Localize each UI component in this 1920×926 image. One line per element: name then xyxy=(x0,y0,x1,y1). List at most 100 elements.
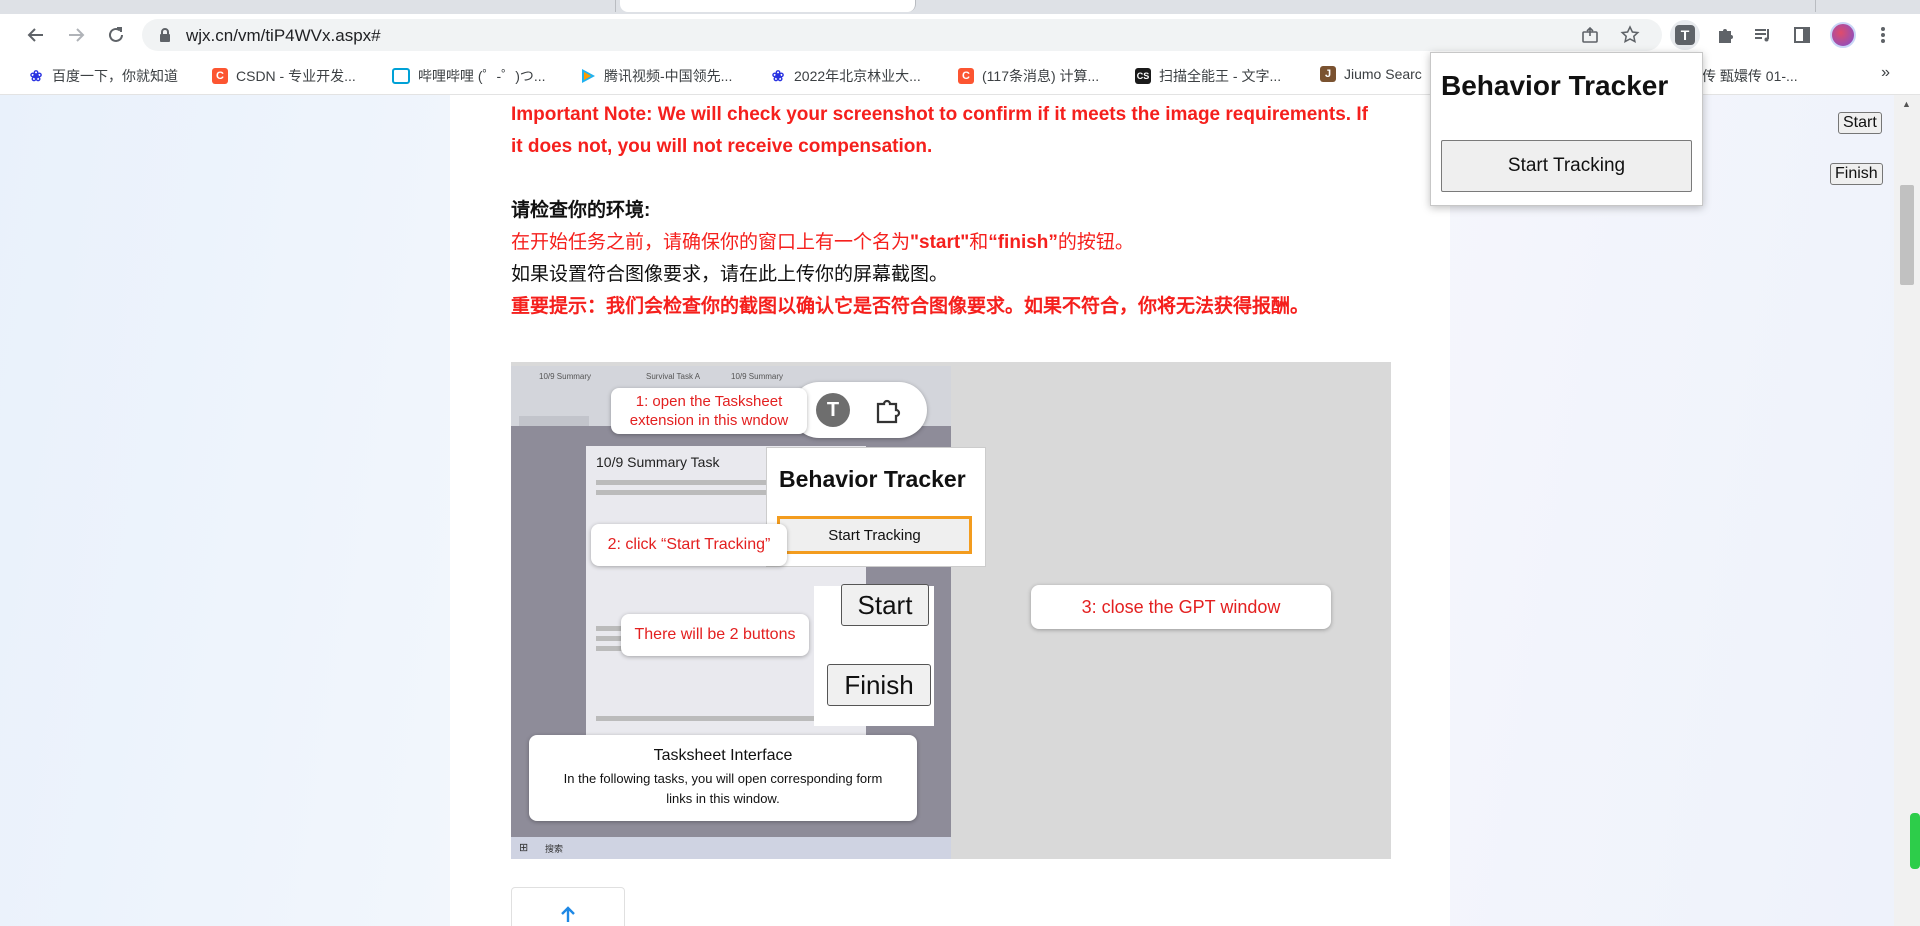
bookmark-item[interactable]: CS 扫描全能王 - 文字... xyxy=(1135,66,1281,86)
step3-callout: 3: close the GPT window xyxy=(1031,585,1331,629)
vertical-scrollbar[interactable]: ▲ xyxy=(1894,95,1920,926)
browser-tab-active[interactable] xyxy=(620,0,916,12)
step2-callout: 2: click “Start Tracking” xyxy=(591,524,787,566)
baidu-paw-icon: ❀ xyxy=(771,68,785,85)
bookmark-item[interactable]: 传 甄嬛传 01-... xyxy=(1702,66,1798,86)
browser-tab[interactable] xyxy=(1215,0,1516,12)
upload-instruction: 如果设置符合图像要求，请在此上传你的屏幕截图。 xyxy=(511,264,949,285)
tasksheet-extension-button[interactable]: T xyxy=(1670,20,1700,50)
puzzle-icon xyxy=(876,399,901,424)
doc-line xyxy=(596,716,816,721)
windows-icon: ⊞ xyxy=(519,842,529,854)
bookmark-item[interactable]: 哔哩哔哩 (゜-゜)つ... xyxy=(392,66,546,86)
profile-button[interactable] xyxy=(1828,20,1858,50)
embedded-doc-title: 10/9 Summary Task xyxy=(596,454,720,470)
step1-callout: 1: open the Tasksheet extension in this … xyxy=(611,388,807,434)
embedded-bookmark-bar xyxy=(519,416,589,426)
bookmark-item[interactable]: J Jiumo Searc xyxy=(1320,66,1422,82)
instruction-figure: 10/9 Summary Survival Task A 10/9 Summar… xyxy=(511,362,1391,859)
reload-button[interactable] xyxy=(101,20,131,50)
browser-toolbar: wjx.cn/vm/tiP4WVx.aspx# T xyxy=(0,14,1920,56)
tracker-zoom: Behavior Tracker Start Tracking xyxy=(766,447,986,567)
tracker-zoom-button: Start Tracking xyxy=(777,516,972,554)
upload-box[interactable] xyxy=(511,887,625,926)
side-panel-icon xyxy=(1794,27,1810,43)
embedded-tab-label: 10/9 Summary xyxy=(539,372,592,381)
menu-button[interactable] xyxy=(1868,20,1898,50)
bookmark-label: 哔哩哔哩 (゜-゜)つ... xyxy=(418,68,546,84)
tasksheet-interface-callout: Tasksheet Interface In the following tas… xyxy=(529,735,917,821)
finish-button[interactable]: Finish xyxy=(1830,163,1883,185)
finish-word: “finish” xyxy=(988,232,1058,253)
playlist-icon xyxy=(1755,29,1769,42)
scrollbar-thumb[interactable] xyxy=(1900,185,1914,285)
embedded-tab-label: 10/9 Summary xyxy=(731,372,784,381)
bookmark-item[interactable]: C (117条消息) 计算... xyxy=(958,66,1099,86)
start-tracking-button[interactable]: Start Tracking xyxy=(1441,140,1692,192)
more-vert-icon xyxy=(1881,27,1885,43)
media-control-button[interactable] xyxy=(1748,20,1778,50)
back-button[interactable] xyxy=(21,20,51,50)
extension-icons-zoom: T xyxy=(791,382,927,438)
bookmark-label: (117条消息) 计算... xyxy=(982,68,1100,84)
interface-title: Tasksheet Interface xyxy=(653,747,793,764)
reload-icon xyxy=(109,27,123,42)
arrow-right-icon xyxy=(69,28,85,42)
browser-tab[interactable] xyxy=(330,0,616,12)
puzzle-icon xyxy=(1719,29,1733,43)
extensions-button[interactable] xyxy=(1710,20,1740,50)
side-panel-button[interactable] xyxy=(1787,20,1817,50)
important-note-zh: 重要提示：我们会检查你的截图以确认它是否符合图像要求。如果不符合，你将无法获得报… xyxy=(511,296,1310,317)
bookmark-label: CSDN - 专业开发... xyxy=(236,68,356,84)
bookmark-label: 百度一下，你就知道 xyxy=(52,68,178,84)
bilibili-icon xyxy=(392,68,410,84)
csdn-icon: C xyxy=(212,68,228,84)
figure-finish-button: Finish xyxy=(827,664,931,706)
start-button[interactable]: Start xyxy=(1838,112,1882,134)
bookmark-item[interactable]: ❀ 百度一下，你就知道 xyxy=(28,66,178,86)
csdn-icon: C xyxy=(958,68,974,84)
bookmark-star-icon[interactable] xyxy=(1620,25,1640,45)
env-instruction-text: 在开始任务之前，请确保你的窗口上有一个名为 xyxy=(511,232,911,253)
baidu-paw-icon: ❀ xyxy=(29,68,43,85)
bookmark-label: Jiumo Searc xyxy=(1344,66,1422,82)
page-viewport: Important Note: We will check your scree… xyxy=(0,95,1894,926)
arrow-left-icon xyxy=(27,28,43,42)
start-word: "start" xyxy=(910,232,970,253)
lock-icon[interactable] xyxy=(158,27,172,43)
url-text[interactable]: wjx.cn/vm/tiP4WVx.aspx# xyxy=(186,26,381,46)
env-heading: 请检查你的环境: xyxy=(511,200,651,221)
share-icon[interactable] xyxy=(1580,25,1600,45)
figure-start-button: Start xyxy=(841,584,929,626)
bookmarks-overflow-button[interactable]: » xyxy=(1881,64,1890,82)
env-instruction-end: 的按钮。 xyxy=(1057,232,1134,253)
scroll-position-marker xyxy=(1910,813,1920,869)
and-word: 和 xyxy=(969,232,989,253)
upload-icon xyxy=(561,906,575,922)
scroll-up-icon[interactable]: ▲ xyxy=(1902,99,1911,109)
popup-title: Behavior Tracker xyxy=(1441,70,1669,101)
bookmark-item[interactable]: C CSDN - 专业开发... xyxy=(212,66,356,86)
embedded-taskbar: ⊞ 搜索 xyxy=(511,837,951,859)
behavior-tracker-popup: Behavior Tracker Start Tracking xyxy=(1430,52,1703,206)
browser-tab[interactable] xyxy=(920,0,1216,12)
bookmark-label: 扫描全能王 - 文字... xyxy=(1159,68,1282,84)
bookmark-item[interactable]: ❀ 2022年北京林业大... xyxy=(770,66,921,86)
survey-content: Important Note: We will check your scree… xyxy=(450,95,1450,926)
browser-tab[interactable] xyxy=(1515,0,1816,12)
jiumo-icon: J xyxy=(1320,66,1336,82)
browser-tab[interactable] xyxy=(0,0,331,12)
address-bar[interactable]: wjx.cn/vm/tiP4WVx.aspx# xyxy=(142,19,1662,51)
env-instruction: 在开始任务之前，请确保你的窗口上有一个名为"start"和“finish”的按钮… xyxy=(511,227,1134,259)
tracker-zoom-title: Behavior Tracker xyxy=(779,466,966,492)
bookmark-label: 2022年北京林业大... xyxy=(794,68,921,84)
forward-button[interactable] xyxy=(61,20,91,50)
bookmark-item[interactable]: 腾讯视频-中国领先... xyxy=(580,66,732,86)
camscanner-icon: CS xyxy=(1135,68,1151,84)
embedded-search-label: 搜索 xyxy=(545,844,564,854)
important-note-en: Important Note: We will check your scree… xyxy=(511,104,1368,157)
bookmark-label: 腾讯视频-中国领先... xyxy=(604,68,733,84)
embedded-tab-label: Survival Task A xyxy=(646,372,701,381)
avatar xyxy=(1830,22,1856,48)
tab-strip xyxy=(0,0,1920,14)
